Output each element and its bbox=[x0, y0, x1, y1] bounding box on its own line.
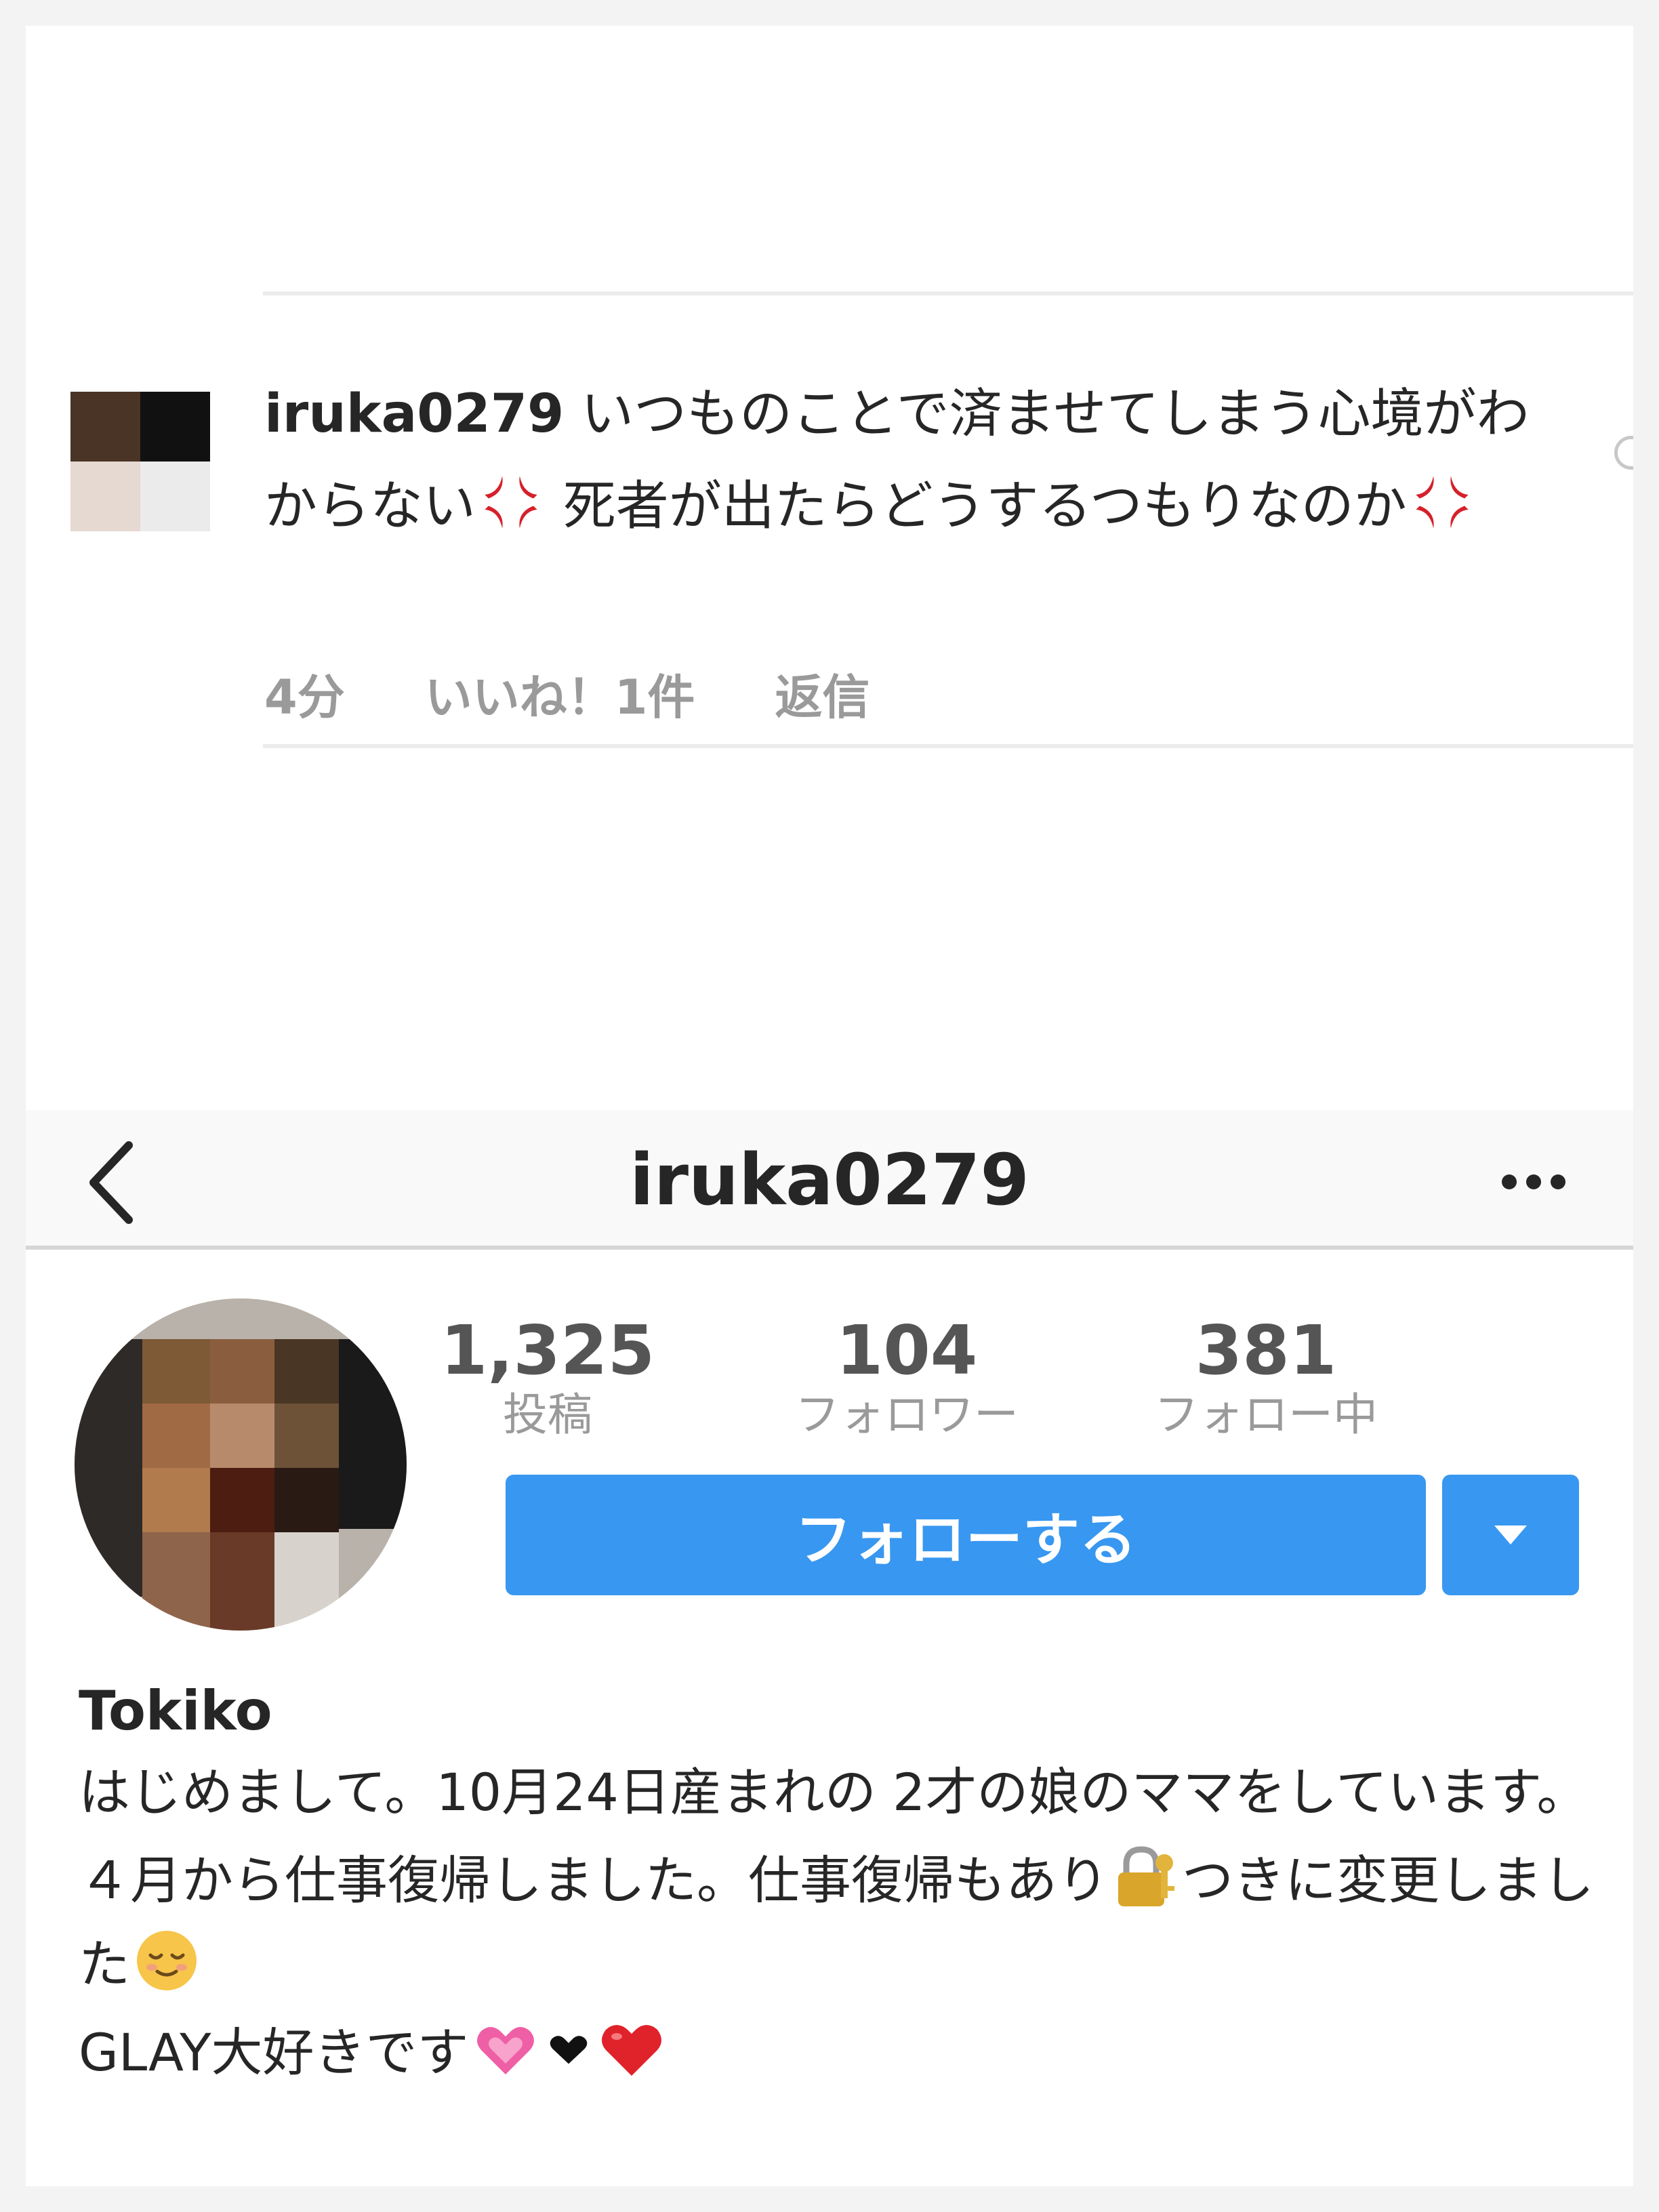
comment-text: iruka0279 いつものことで済ませてしまう心境がわからない 死者が出たらど… bbox=[264, 368, 1552, 552]
bio-line: GLAY大好きです bbox=[79, 2011, 1610, 2095]
growing-heart-icon bbox=[476, 2027, 534, 2074]
commenter-avatar[interactable] bbox=[70, 392, 210, 531]
stat-following-value: 381 bbox=[1195, 1311, 1337, 1390]
comment-time: 4分 bbox=[264, 670, 345, 725]
suggestions-dropdown-button[interactable] bbox=[1442, 1475, 1579, 1595]
bio-text-part: GLAY大好きです bbox=[79, 2022, 469, 2083]
anger-icon bbox=[1416, 476, 1469, 529]
stat-following-label: フォロー中 bbox=[1154, 1389, 1378, 1441]
stat-followers-value: 104 bbox=[836, 1311, 978, 1390]
comment-text-part2: 死者が出たらどうするつもりなのか bbox=[546, 476, 1407, 537]
follow-button[interactable]: フォローする bbox=[506, 1475, 1426, 1595]
divider bbox=[263, 291, 1633, 295]
stat-followers-label: フォロワー bbox=[795, 1389, 1019, 1441]
like-heart-icon[interactable] bbox=[1614, 436, 1633, 470]
relieved-face-icon bbox=[137, 1931, 197, 1990]
comment-likes[interactable]: いいね！1件 bbox=[425, 659, 695, 728]
comment-meta: 4分 いいね！1件 返信 bbox=[264, 659, 869, 728]
stat-posts[interactable]: 1,325 投稿 bbox=[385, 1313, 710, 1442]
lock-key-icon bbox=[1118, 1846, 1174, 1906]
stat-following[interactable]: 381 フォロー中 bbox=[1103, 1313, 1429, 1442]
page-title: iruka0279 bbox=[630, 1139, 1029, 1221]
profile-avatar[interactable] bbox=[75, 1298, 407, 1631]
screenshot-card: iruka0279 いつものことで済ませてしまう心境がわからない 死者が出たらど… bbox=[26, 26, 1633, 2186]
black-heart-icon bbox=[550, 2036, 587, 2064]
stat-followers[interactable]: 104 フォロワー bbox=[744, 1313, 1069, 1442]
profile-name: Tokiko bbox=[79, 1679, 272, 1742]
bio-line: ４月から仕事復帰しました。仕事復帰もあり つきに変更しました bbox=[79, 1839, 1610, 2007]
bio-text-part: ４月から仕事復帰しました。仕事復帰もあり bbox=[79, 1850, 1109, 1910]
bio-line: はじめまして。10月24日産まれの 2才の娘のママをしています。 bbox=[79, 1762, 1589, 1822]
anger-icon bbox=[485, 476, 537, 529]
stat-posts-label: 投稿 bbox=[503, 1389, 592, 1441]
stat-posts-value: 1,325 bbox=[440, 1311, 655, 1390]
divider bbox=[263, 744, 1633, 748]
red-heart-icon bbox=[601, 2025, 661, 2076]
profile-navbar: iruka0279 bbox=[26, 1110, 1633, 1250]
comment-username[interactable]: iruka0279 bbox=[264, 384, 564, 445]
profile-bio: はじめまして。10月24日産まれの 2才の娘のママをしています。 ４月から仕事復… bbox=[79, 1750, 1610, 2099]
caret-down-icon bbox=[1494, 1525, 1527, 1544]
reply-button[interactable]: 返信 bbox=[775, 659, 869, 728]
ellipsis-icon[interactable] bbox=[1502, 1174, 1565, 1189]
